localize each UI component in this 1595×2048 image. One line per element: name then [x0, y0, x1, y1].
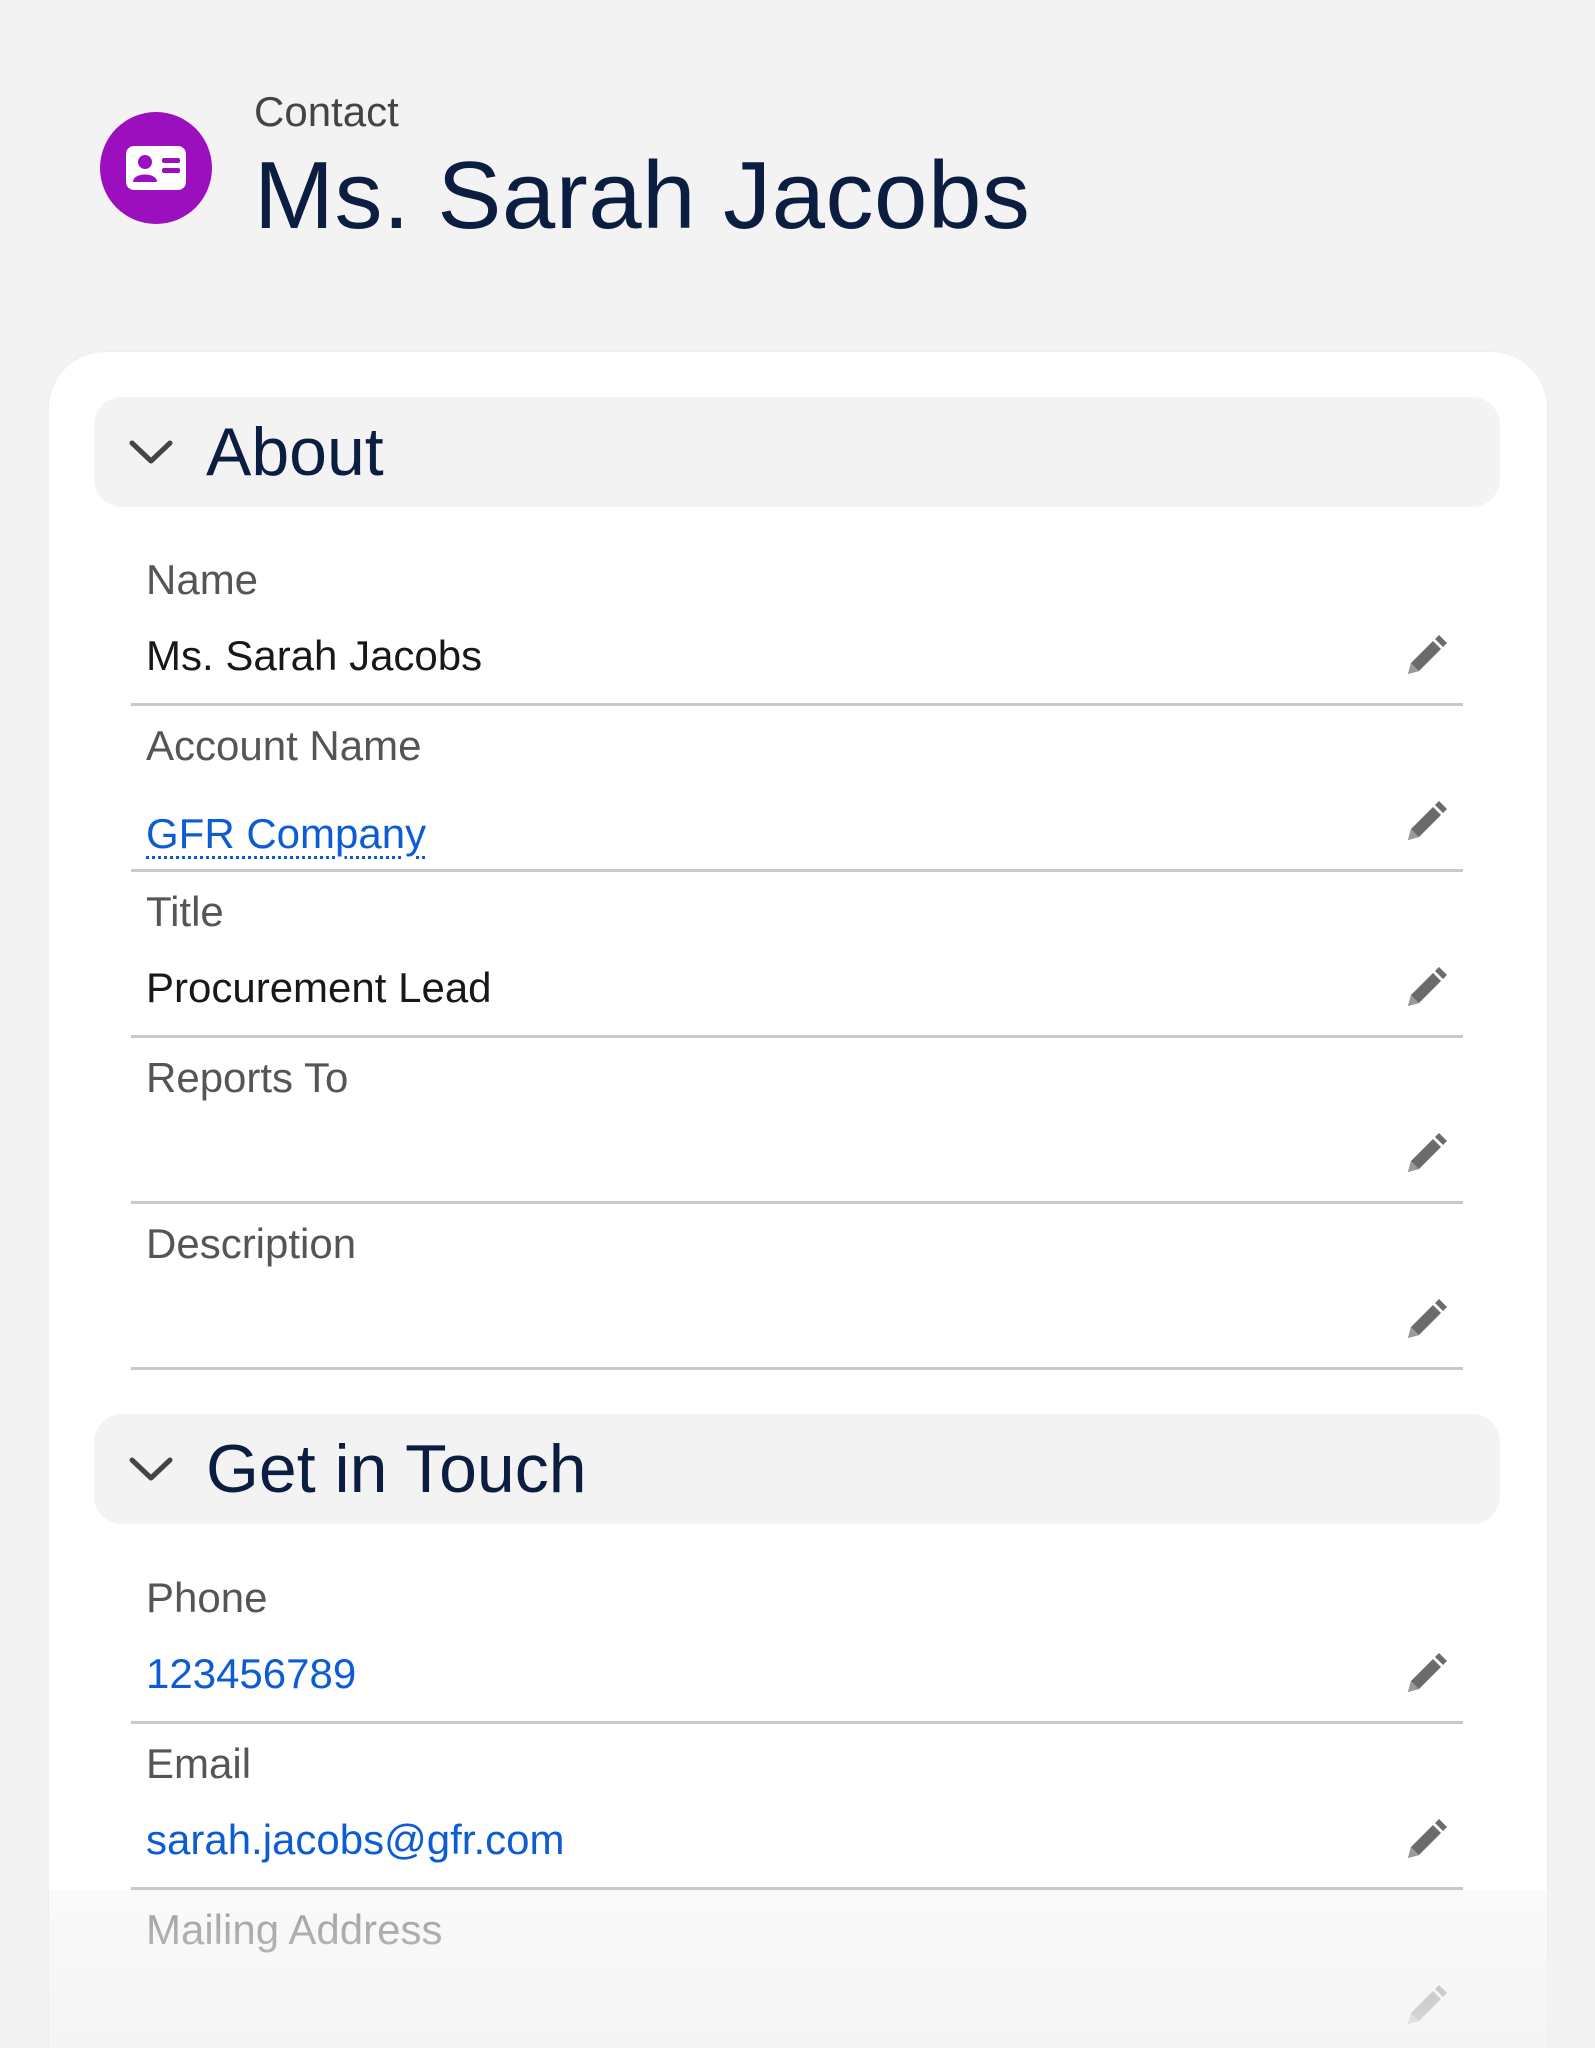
edit-pencil-icon[interactable] [1399, 1815, 1451, 1867]
field-name: Name Ms. Sarah Jacobs [131, 540, 1463, 706]
section-header-about[interactable]: About [94, 397, 1500, 507]
contact-card-icon [100, 112, 212, 224]
object-type-label: Contact [254, 88, 399, 135]
edit-pencil-icon[interactable] [1399, 631, 1451, 683]
chevron-down-icon[interactable] [126, 1444, 176, 1494]
edit-pencil-icon[interactable] [1399, 797, 1451, 849]
email-link[interactable]: sarah.jacobs@gfr.com [146, 1812, 564, 1868]
chevron-down-icon[interactable] [126, 427, 176, 477]
field-value: Procurement Lead [146, 964, 492, 1011]
section-title: About [206, 414, 384, 490]
field-phone: Phone 123456789 [131, 1558, 1463, 1724]
field-label: Reports To [146, 1054, 349, 1101]
field-email: Email sarah.jacobs@gfr.com [131, 1724, 1463, 1890]
field-label: Phone [146, 1574, 268, 1621]
phone-link[interactable]: 123456789 [146, 1646, 356, 1702]
field-value: Ms. Sarah Jacobs [146, 632, 483, 679]
edit-pencil-icon[interactable] [1399, 1649, 1451, 1701]
field-label: Name [146, 556, 259, 603]
record-detail-card: About Name Ms. Sarah Jacobs Account Name… [49, 352, 1547, 2048]
section-header-get-in-touch[interactable]: Get in Touch [94, 1414, 1500, 1524]
field-label: Mailing Address [146, 1906, 443, 1953]
section-title: Get in Touch [206, 1431, 587, 1507]
edit-pencil-icon[interactable] [1399, 1981, 1451, 2033]
field-mailing-address: Mailing Address [131, 1890, 1463, 2048]
field-reports-to: Reports To [131, 1038, 1463, 1204]
account-name-link[interactable]: GFR Company [146, 806, 426, 862]
edit-pencil-icon[interactable] [1399, 1295, 1451, 1347]
record-header: Contact Ms. Sarah Jacobs [100, 84, 1030, 252]
field-label: Email [146, 1740, 252, 1787]
field-label: Account Name [146, 722, 422, 769]
field-label: Title [146, 888, 224, 935]
field-title: Title Procurement Lead [131, 872, 1463, 1038]
field-description: Description [131, 1204, 1463, 1370]
field-label: Description [146, 1220, 357, 1267]
edit-pencil-icon[interactable] [1399, 963, 1451, 1015]
record-title: Ms. Sarah Jacobs [254, 142, 1031, 249]
edit-pencil-icon[interactable] [1399, 1129, 1451, 1181]
contact-record-page: Contact Ms. Sarah Jacobs About Name Ms. … [0, 0, 1595, 2048]
field-account-name: Account Name GFR Company [131, 706, 1463, 872]
